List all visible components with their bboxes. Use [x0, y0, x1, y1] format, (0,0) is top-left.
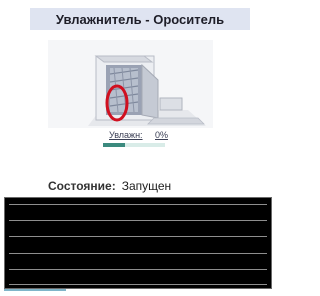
log-separator: [9, 220, 267, 221]
log-separator: [9, 284, 267, 285]
humidity-readout: Увлажн: 0%: [103, 130, 173, 142]
humidity-label: Увлажн:: [109, 130, 143, 140]
page-title: Увлажнитель - Ороситель: [55, 11, 225, 27]
device-panel: [48, 40, 213, 128]
header-bar: Увлажнитель - Ороситель: [30, 8, 250, 30]
status-row: Состояние: Запущен: [48, 179, 171, 193]
log-panel: [4, 197, 272, 289]
status-value: Запущен: [121, 179, 172, 193]
humidity-value: 0%: [155, 130, 169, 140]
status-label: Состояние:: [48, 179, 116, 193]
log-separator: [9, 269, 267, 270]
log-separator: [9, 204, 267, 205]
humidity-bar-fill: [103, 143, 125, 147]
log-separator: [9, 236, 267, 237]
humidity-bar: [103, 143, 165, 147]
humidifier-icon: [88, 55, 206, 126]
log-scrollbar[interactable]: [4, 289, 66, 291]
log-separator: [9, 253, 267, 254]
